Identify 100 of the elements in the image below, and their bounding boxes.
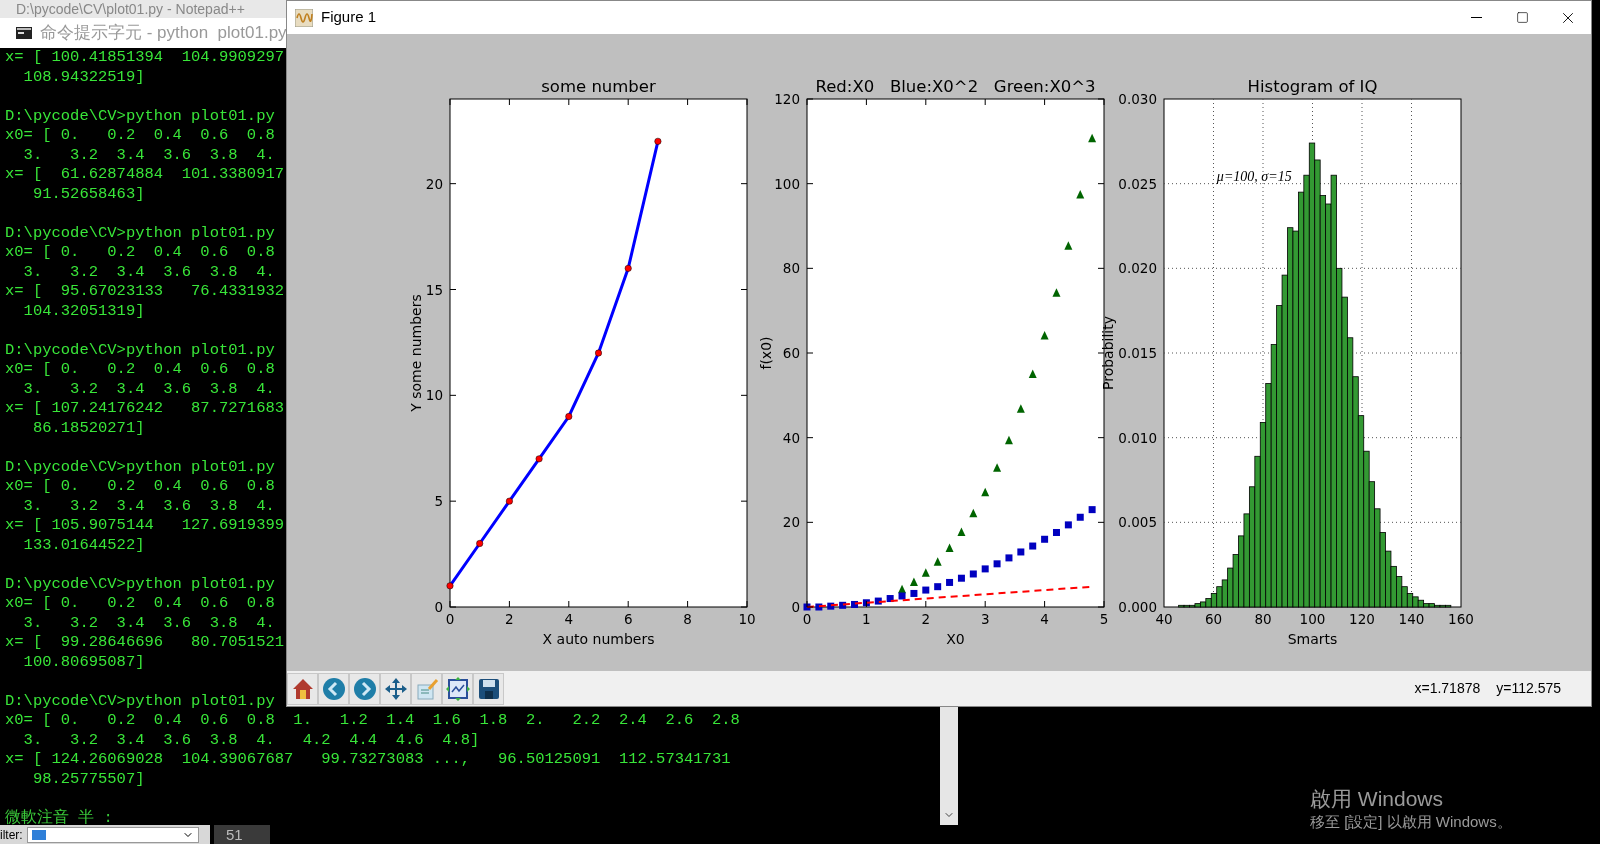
filter-dropdown[interactable] (26, 826, 199, 843)
triangle-marker (981, 487, 990, 497)
console-line: 3. 3.2 3.4 3.6 3.8 4. (22, 496, 275, 516)
console-line: x= [ 105.9075144 127.6919399 (5, 516, 285, 536)
annotation: μ=100, σ=15 (1216, 168, 1292, 184)
console-line: x0= [ 0. 0.2 0.4 0.6 0.8 (5, 594, 275, 614)
square-marker (1064, 521, 1072, 529)
tick-label: 0.015 (1118, 345, 1157, 361)
square-marker (1041, 535, 1049, 543)
tick-label: 0 (802, 611, 812, 627)
tick-label: 5 (434, 493, 443, 510)
console-line: D:\pycode\CV>python plot01.py (5, 223, 275, 243)
square-marker (874, 597, 882, 605)
square-marker (815, 603, 823, 611)
data-point (535, 455, 543, 463)
tick-label: 10 (738, 611, 756, 627)
triangle-marker (921, 568, 930, 577)
axis-title: Probability (1099, 316, 1116, 390)
data-point (654, 137, 662, 145)
axis-title: X0 (946, 631, 965, 647)
tick-label: 80 (782, 260, 800, 277)
square-marker (910, 589, 918, 597)
console-line: D:\pycode\CV>python plot01.py (5, 691, 275, 711)
data-point (565, 413, 573, 420)
wave-icon (295, 8, 313, 27)
console-line: x0= [ 0. 0.2 0.4 0.6 0.8 (5, 243, 275, 263)
filter-label: ilter: (0, 828, 23, 841)
triangle-marker (909, 577, 918, 586)
tick-label: 0 (445, 611, 455, 627)
triangle-marker (1028, 369, 1037, 379)
console-line: 91.52658463] (31, 184, 145, 204)
tick-label: 0 (434, 599, 443, 615)
tick-label: 120 (1349, 611, 1375, 627)
console-line: x= [ 100.41851394 104.9909297 (5, 48, 285, 68)
toolbar-button[interactable] (380, 672, 411, 705)
tick-label: 4 (1040, 611, 1049, 627)
tick-label: 100 (1299, 611, 1326, 627)
console-line: 3. 3.2 3.4 3.6 3.8 4. (22, 262, 275, 282)
triangle-marker (1064, 241, 1073, 250)
tick-label: 80 (1254, 611, 1272, 627)
square-marker (993, 560, 1001, 568)
square-marker (1029, 542, 1037, 550)
triangle-marker (1040, 331, 1049, 340)
console-line: D:\pycode\CV>python plot01.py (5, 106, 275, 126)
notice-title: 啟用 Windows (1310, 786, 1445, 812)
save-icon (476, 676, 501, 701)
triangle-marker (969, 508, 978, 518)
console-line: 133.01644522] (22, 535, 145, 555)
chart-title: some number (541, 77, 656, 96)
tick-label: 60 (782, 345, 800, 361)
axis-title: Smarts (1287, 631, 1338, 647)
tick-label: 5 (1099, 611, 1109, 627)
window-title: D:\pycode\CV\plot01.py - Notepad++ (16, 2, 245, 16)
console-line: 86.18520271] (31, 418, 145, 438)
axis-title: X auto numbers (542, 631, 655, 647)
triangle-marker (993, 463, 1002, 472)
axis-title: f(x0) (757, 336, 774, 370)
square-marker (934, 583, 942, 591)
console-line: x0= [ 0. 0.2 0.4 0.6 0.8 (5, 360, 275, 380)
chart-title: Histogram of IQ (1247, 77, 1378, 96)
console-line: 98.25775507] (31, 769, 145, 789)
square-marker (1053, 529, 1060, 536)
minimize-icon (1470, 17, 1482, 18)
console-line: x= [ 99.28646696 80.7051521 (5, 633, 285, 653)
square-marker (1076, 513, 1084, 521)
window-title: 命令提示字元 - python plot01.py (40, 22, 287, 45)
tick-label: 20 (782, 514, 800, 531)
maximize-icon (1515, 11, 1529, 24)
tick-label: 2 (505, 611, 514, 627)
tick-label: 0.020 (1118, 260, 1157, 277)
square-marker (1017, 548, 1025, 556)
toolbar-button[interactable] (473, 672, 504, 705)
toolbar-button[interactable] (442, 672, 473, 705)
square-marker (969, 570, 977, 578)
window-title: Figure 1 (321, 7, 377, 28)
console-line: 3. 3.2 3.4 3.6 3.8 4. (22, 145, 275, 165)
console-line: D:\pycode\CV>python plot01.py (5, 340, 275, 360)
tick-label: 120 (774, 91, 800, 107)
square-marker (1005, 554, 1013, 562)
edit-icon (414, 676, 439, 701)
tick-label: 15 (425, 281, 443, 298)
tick-label: 4 (564, 611, 574, 627)
tick-label: 0 (791, 599, 800, 615)
console-line: 3. 3.2 3.4 3.6 3.8 4. (22, 613, 275, 633)
console-line: x= [ 95.67023133 76.4331932 (5, 282, 285, 302)
square-marker (839, 601, 847, 609)
toolbar-button[interactable] (287, 672, 318, 705)
tick-label: 8 (683, 611, 692, 627)
square-marker (922, 586, 930, 594)
tick-label: 0.000 (1118, 599, 1157, 615)
tick-label: 6 (623, 611, 633, 627)
tick-label: 0.025 (1118, 175, 1157, 192)
square-marker (981, 565, 989, 573)
square-marker (957, 574, 965, 582)
triangle-marker (1052, 288, 1061, 297)
move-icon (383, 676, 408, 701)
square-marker (851, 600, 858, 608)
console-line: x0= [ 0. 0.2 0.4 0.6 0.8 (5, 477, 275, 497)
console-line: 104.32051319] (22, 301, 145, 321)
triangle-marker (945, 543, 954, 553)
